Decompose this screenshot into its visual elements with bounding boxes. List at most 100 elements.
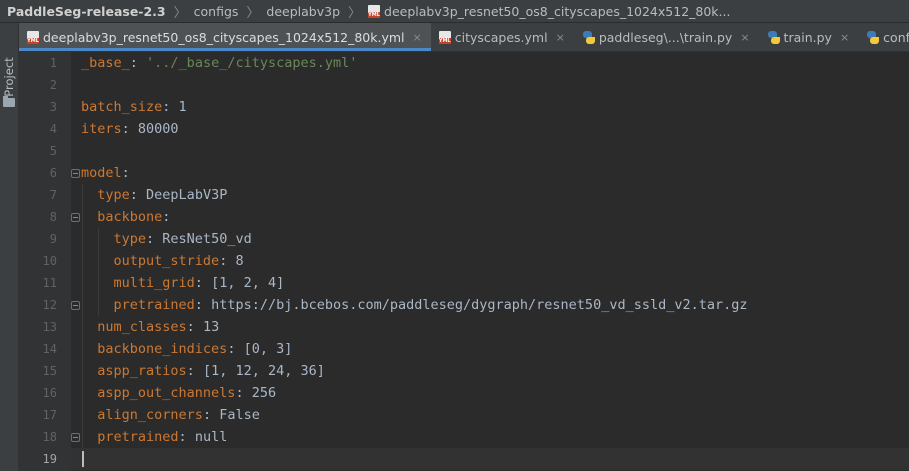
yaml-value: [1, 12, 24, 36] (202, 363, 325, 379)
line-number: 4 (49, 122, 57, 136)
editor-tab-label: config.py (883, 29, 909, 45)
code-line[interactable]: multi_grid: [1, 2, 4] (81, 272, 285, 294)
editor-tab[interactable]: deeplabv3p_resnet50_os8_cityscapes_1024x… (19, 23, 431, 51)
line-number: 12 (42, 298, 57, 312)
breadcrumb-configs[interactable]: configs (187, 4, 239, 19)
yaml-key: type (97, 187, 130, 203)
yaml-value: null (194, 429, 228, 445)
line-number: 19 (42, 452, 57, 466)
editor-tab[interactable]: cityscapes.yml × (431, 23, 574, 51)
yaml-value: ResNet50_vd (162, 231, 252, 247)
breadcrumb-file[interactable]: deeplabv3p_resnet50_os8_cityscapes_1024x… (361, 4, 730, 19)
yaml-key: batch_size (81, 99, 163, 115)
yaml-key: _base_ (81, 55, 130, 71)
chevron-right-icon: 〉 (348, 5, 362, 21)
code-line[interactable]: _base_: '../_base_/cityscapes.yml' (81, 52, 357, 74)
close-icon[interactable]: × (840, 31, 849, 44)
editor-tab-label: paddleseg\...\train.py (598, 29, 733, 45)
yml-file-icon (27, 30, 39, 44)
yml-file-icon (438, 30, 451, 44)
yaml-value: 1 (178, 99, 187, 115)
python-file-icon (582, 30, 595, 44)
python-file-icon (866, 30, 880, 44)
code-editor[interactable]: _base_: '../_base_/cityscapes.yml' batch_… (71, 52, 909, 471)
yaml-key: pretrained (97, 429, 179, 445)
code-line[interactable]: pretrained: null (81, 426, 227, 448)
yaml-value: https://bj.bcebos.com/paddleseg/dygraph/… (211, 297, 748, 313)
code-line[interactable]: aspp_out_channels: 256 (81, 382, 276, 404)
yaml-key: backbone_indices (97, 341, 228, 357)
yaml-separator: : (129, 55, 147, 71)
yaml-separator: : (121, 121, 138, 137)
code-line[interactable]: batch_size: 1 (81, 96, 187, 118)
line-number: 2 (49, 78, 57, 92)
line-number-gutter[interactable]: 1 2 3 4 5 6 7 8 9 10 11 12 13 14 15 16 17 18 19 (19, 52, 80, 471)
text-caret (82, 451, 84, 467)
yaml-key: output_stride (113, 253, 220, 269)
yaml-key: iters (81, 121, 122, 137)
yaml-value: '../_base_/cityscapes.yml' (146, 55, 358, 71)
yml-file-icon (368, 4, 381, 18)
breadcrumb-project[interactable]: PaddleSeg-release-2.3 (0, 4, 166, 19)
code-line[interactable]: backbone_indices: [0, 3] (81, 338, 292, 360)
editor-tab-label: train.py (783, 29, 832, 45)
yaml-separator: : (178, 429, 195, 445)
yaml-separator: : (186, 319, 203, 335)
close-icon[interactable]: × (556, 31, 565, 44)
yaml-key: aspp_out_channels (97, 385, 236, 401)
yaml-separator: : (219, 253, 236, 269)
editor-tab[interactable]: train.py × (759, 23, 859, 51)
code-line[interactable]: pretrained: https://bj.bcebos.com/paddle… (81, 294, 748, 316)
editor-tab-label: cityscapes.yml (454, 29, 548, 45)
code-line[interactable]: output_stride: 8 (81, 250, 244, 272)
breadcrumb-deeplabv3p[interactable]: deeplabv3p (259, 4, 340, 19)
editor-tab-label: deeplabv3p_resnet50_os8_cityscapes_1024x… (43, 29, 405, 45)
yaml-value: 80000 (137, 121, 179, 137)
chevron-right-icon: 〉 (173, 5, 187, 21)
code-line[interactable]: align_corners: False (81, 404, 260, 426)
line-number: 6 (49, 166, 57, 180)
line-number: 5 (49, 144, 57, 158)
yaml-key: multi_grid (113, 275, 195, 291)
yaml-separator: : (121, 165, 130, 181)
close-icon[interactable]: × (740, 31, 749, 44)
yaml-separator: : (194, 297, 212, 313)
line-number: 3 (49, 100, 57, 114)
line-number: 18 (42, 430, 57, 444)
yaml-separator: : (162, 209, 171, 225)
code-line[interactable]: type: DeepLabV3P (81, 184, 227, 206)
code-line[interactable]: model: (81, 162, 130, 184)
close-icon[interactable]: × (413, 31, 422, 44)
yaml-key: backbone (97, 209, 163, 225)
line-number: 9 (49, 232, 57, 246)
yaml-separator: : (235, 385, 252, 401)
yaml-separator: : (146, 231, 163, 247)
yaml-value: False (219, 407, 260, 423)
line-number: 17 (42, 408, 57, 422)
line-number: 13 (42, 320, 57, 334)
line-number: 15 (42, 364, 57, 378)
yaml-value: [1, 2, 4] (211, 275, 285, 291)
line-number: 11 (42, 276, 57, 290)
yaml-key: align_corners (97, 407, 203, 423)
line-number: 1 (49, 56, 57, 70)
line-number: 8 (49, 210, 57, 224)
code-line[interactable]: backbone: (81, 206, 170, 228)
project-tool-button[interactable]: Project (0, 50, 18, 110)
code-line[interactable]: type: ResNet50_vd (81, 228, 252, 250)
code-line[interactable]: aspp_ratios: [1, 12, 24, 36] (81, 360, 325, 382)
editor-tab[interactable]: config.py× (858, 23, 909, 51)
chevron-right-icon: 〉 (246, 5, 260, 21)
breadcrumb: PaddleSeg-release-2.3 〉 configs 〉 deepla… (0, 0, 909, 23)
yaml-separator: : (162, 99, 179, 115)
yaml-value: 8 (235, 253, 244, 269)
code-line[interactable]: iters: 80000 (81, 118, 179, 140)
editor-tab[interactable]: paddleseg\...\train.py × (574, 23, 759, 51)
code-line[interactable]: num_classes: 13 (81, 316, 219, 338)
